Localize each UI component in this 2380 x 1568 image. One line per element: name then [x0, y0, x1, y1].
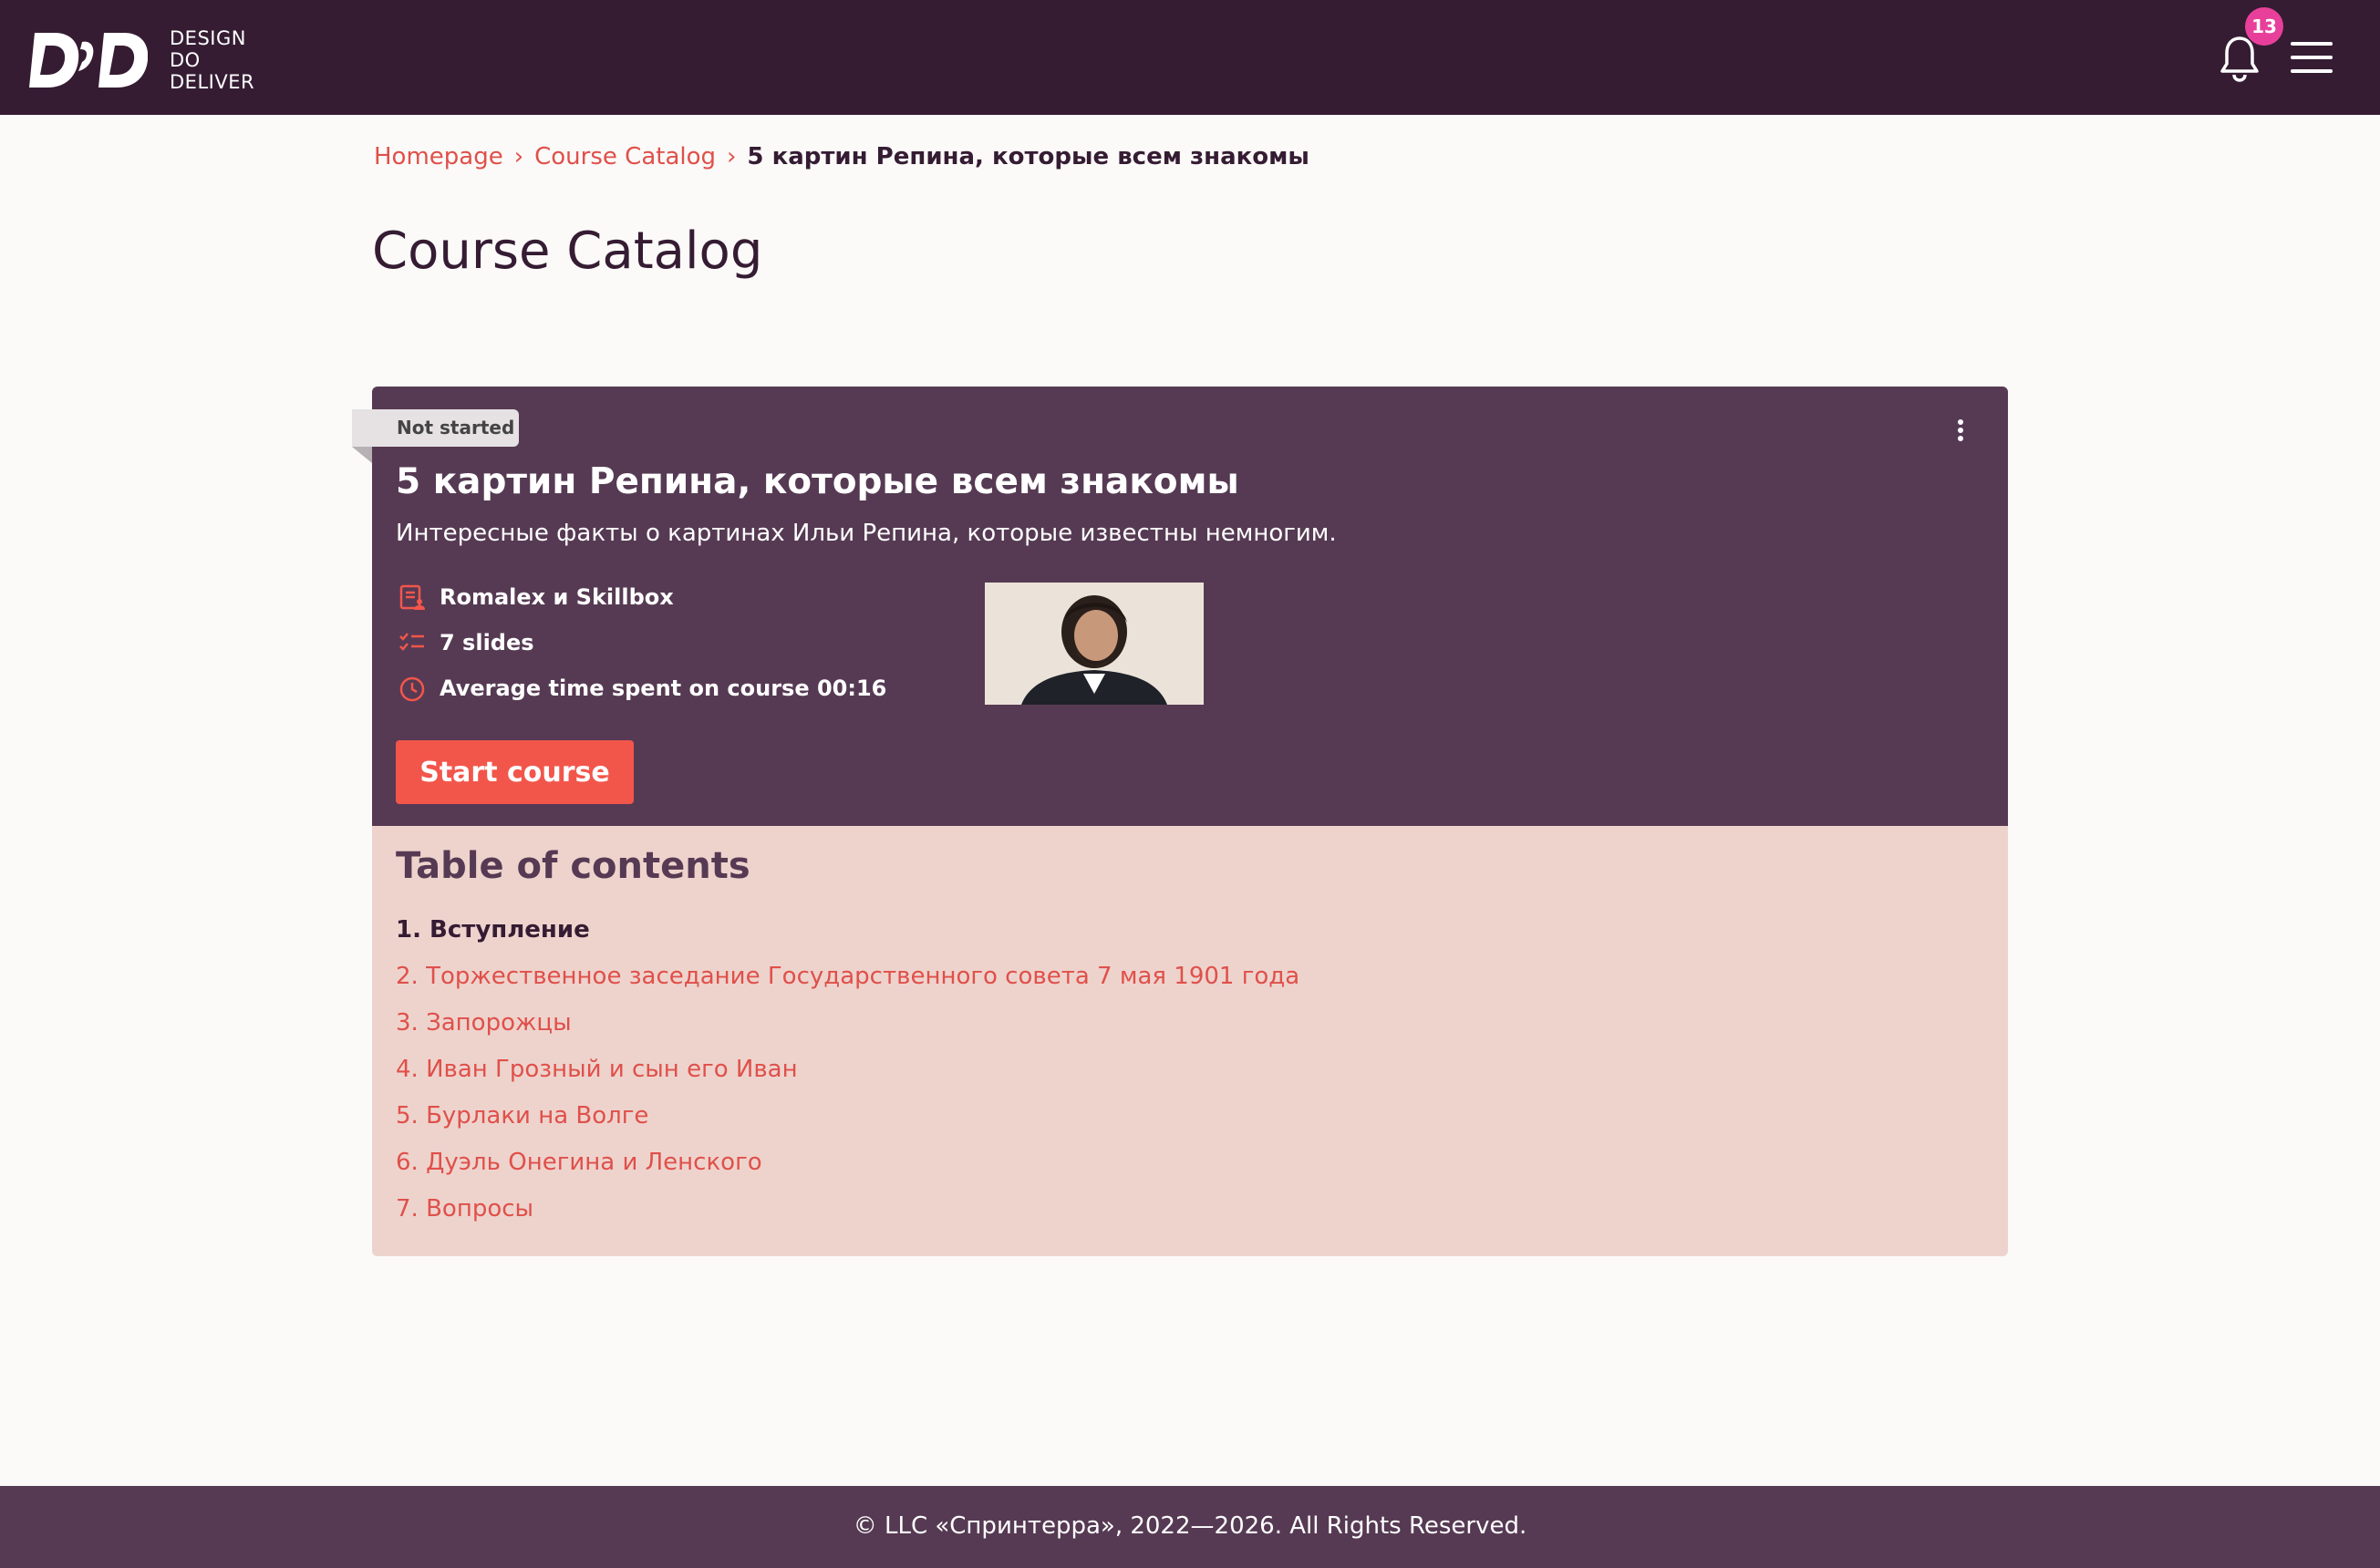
breadcrumb: Homepage › Course Catalog › 5 картин Реп…: [374, 139, 1309, 175]
kebab-dot-icon: [1958, 419, 1963, 425]
breadcrumb-catalog-link[interactable]: Course Catalog: [534, 139, 716, 175]
menu-line: [2291, 42, 2333, 46]
start-course-button[interactable]: Start course: [396, 740, 634, 804]
toc-item-link[interactable]: 2. Торжественное заседание Государственн…: [396, 954, 1299, 1000]
status-flag-fold: [352, 447, 372, 463]
notifications-badge: 13: [2245, 7, 2283, 46]
toc-item-link[interactable]: 4. Иван Грозный и сын его Иван: [396, 1047, 1299, 1093]
footer-copyright: © LLC «Спринтерра», 2022—2026. All Right…: [853, 1512, 1527, 1540]
course-slides-row: 7 slides: [398, 620, 534, 665]
logo-text: DESIGN DO DELIVER: [170, 27, 254, 93]
checklist-icon: [398, 628, 427, 657]
course-time-row: Average time spent on course 00:16: [398, 665, 886, 711]
course-title: 5 картин Репина, которые всем знакомы: [396, 461, 1239, 502]
breadcrumb-current: 5 картин Репина, которые всем знакомы: [747, 143, 1309, 170]
toc-title: Table of contents: [396, 845, 750, 887]
toc-item-current: 1. Вступление: [396, 916, 590, 944]
course-average-time: Average time spent on course 00:16: [440, 676, 887, 701]
menu-line: [2291, 56, 2333, 59]
logo-mark-icon: [29, 33, 148, 88]
toc-item-link[interactable]: 6. Дуэль Онегина и Ленского: [396, 1140, 1299, 1186]
top-navigation-bar: DESIGN DO DELIVER 13: [0, 0, 2380, 115]
course-thumbnail[interactable]: [985, 583, 1204, 705]
portrait-image: [985, 583, 1204, 705]
kebab-dot-icon: [1958, 428, 1963, 433]
logo-line: DESIGN: [170, 27, 246, 49]
logo-line: DO: [170, 49, 201, 71]
kebab-dot-icon: [1958, 436, 1963, 441]
page-title: Course Catalog: [372, 222, 763, 281]
status-badge: Not started: [352, 409, 519, 447]
toc-list: 1. Вступление 2. Торжественное заседание…: [396, 907, 1299, 1233]
course-description: Интересные факты о картинах Ильи Репина,…: [396, 520, 1337, 547]
menu-button[interactable]: [2291, 42, 2333, 73]
clock-icon: [398, 674, 427, 703]
toc-item-link[interactable]: 3. Запорожцы: [396, 1000, 1299, 1047]
course-slides: 7 slides: [440, 630, 534, 655]
author-icon: [398, 583, 427, 612]
toc-item-link[interactable]: 7. Вопросы: [396, 1186, 1299, 1233]
logo-line: DELIVER: [170, 71, 255, 93]
toc-item-link[interactable]: 5. Бурлаки на Волге: [396, 1093, 1299, 1140]
more-options-button[interactable]: [1951, 419, 1970, 447]
logo[interactable]: DESIGN DO DELIVER: [29, 27, 254, 93]
menu-line: [2291, 69, 2333, 73]
breadcrumb-separator-icon: ›: [513, 143, 524, 170]
course-author: Romalex и Skillbox: [440, 584, 674, 610]
course-author-row: Romalex и Skillbox: [398, 574, 674, 620]
breadcrumb-home-link[interactable]: Homepage: [374, 139, 503, 175]
footer: © LLC «Спринтерра», 2022—2026. All Right…: [0, 1486, 2380, 1568]
breadcrumb-separator-icon: ›: [727, 143, 737, 170]
